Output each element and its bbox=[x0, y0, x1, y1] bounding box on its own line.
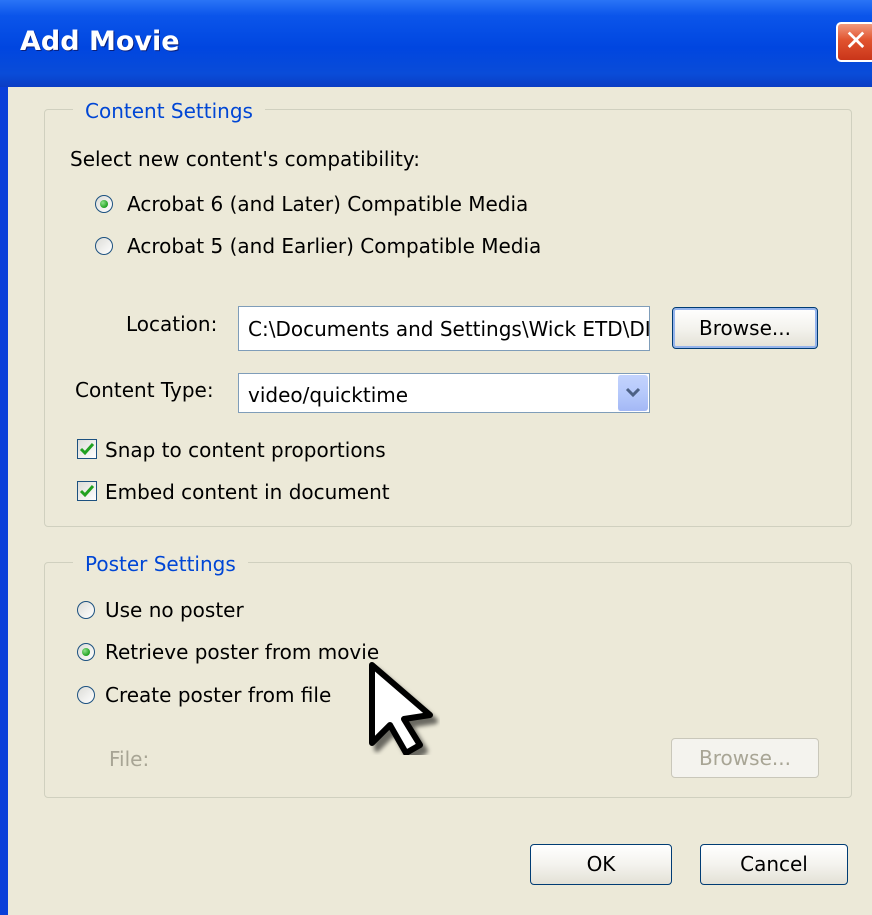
close-button[interactable]: ✕ bbox=[836, 22, 872, 62]
dialog-title: Add Movie bbox=[20, 26, 180, 57]
radio-poster-from-file-label[interactable]: Create poster from file bbox=[105, 683, 331, 707]
radio-selected-dot bbox=[82, 648, 90, 656]
poster-browse-label: Browse... bbox=[699, 746, 791, 770]
content-type-value: video/quicktime bbox=[248, 383, 409, 407]
content-settings-legend: Content Settings bbox=[73, 99, 265, 123]
poster-browse-button[interactable]: Browse... bbox=[671, 738, 819, 778]
embed-checkbox[interactable] bbox=[77, 481, 97, 501]
radio-poster-from-file[interactable] bbox=[77, 686, 95, 704]
location-input[interactable]: C:\Documents and Settings\Wick ETD\DII bbox=[238, 306, 650, 351]
radio-acrobat-6-label[interactable]: Acrobat 6 (and Later) Compatible Media bbox=[127, 192, 528, 216]
dialog-body: Content Settings Select new content's co… bbox=[8, 87, 872, 915]
cancel-button[interactable]: Cancel bbox=[700, 844, 848, 885]
radio-poster-from-movie[interactable] bbox=[77, 643, 95, 661]
content-type-dropdown-button[interactable] bbox=[617, 375, 648, 411]
embed-label[interactable]: Embed content in document bbox=[105, 480, 390, 504]
close-icon: ✕ bbox=[844, 24, 868, 57]
poster-settings-legend: Poster Settings bbox=[73, 552, 248, 576]
title-bar[interactable]: Add Movie ✕ bbox=[0, 0, 872, 87]
content-type-label: Content Type: bbox=[75, 378, 214, 402]
snap-checkbox[interactable] bbox=[77, 439, 97, 459]
file-label: File: bbox=[109, 747, 150, 771]
compatibility-prompt: Select new content's compatibility: bbox=[70, 147, 420, 171]
add-movie-dialog: Add Movie ✕ Content Settings Select new … bbox=[0, 0, 872, 915]
location-label: Location: bbox=[126, 312, 218, 336]
location-input-value: C:\Documents and Settings\Wick ETD\DII bbox=[248, 317, 650, 341]
chevron-down-icon bbox=[625, 387, 641, 398]
radio-selected-dot bbox=[100, 200, 108, 208]
checkmark-icon bbox=[79, 443, 95, 456]
radio-no-poster[interactable] bbox=[77, 601, 95, 619]
snap-label[interactable]: Snap to content proportions bbox=[105, 438, 386, 462]
radio-acrobat-5-label[interactable]: Acrobat 5 (and Earlier) Compatible Media bbox=[127, 234, 541, 258]
radio-poster-from-movie-label[interactable]: Retrieve poster from movie bbox=[105, 640, 379, 664]
mouse-pointer-icon bbox=[369, 662, 433, 755]
radio-acrobat-6[interactable] bbox=[95, 195, 113, 213]
radio-acrobat-5[interactable] bbox=[95, 237, 113, 255]
location-browse-label: Browse... bbox=[699, 316, 791, 340]
ok-button[interactable]: OK bbox=[530, 844, 672, 885]
cancel-button-label: Cancel bbox=[740, 852, 808, 876]
ok-button-label: OK bbox=[586, 852, 616, 876]
location-browse-button[interactable]: Browse... bbox=[672, 307, 818, 349]
checkmark-icon bbox=[79, 485, 95, 498]
content-type-select[interactable]: video/quicktime bbox=[238, 373, 650, 413]
radio-no-poster-label[interactable]: Use no poster bbox=[105, 598, 244, 622]
